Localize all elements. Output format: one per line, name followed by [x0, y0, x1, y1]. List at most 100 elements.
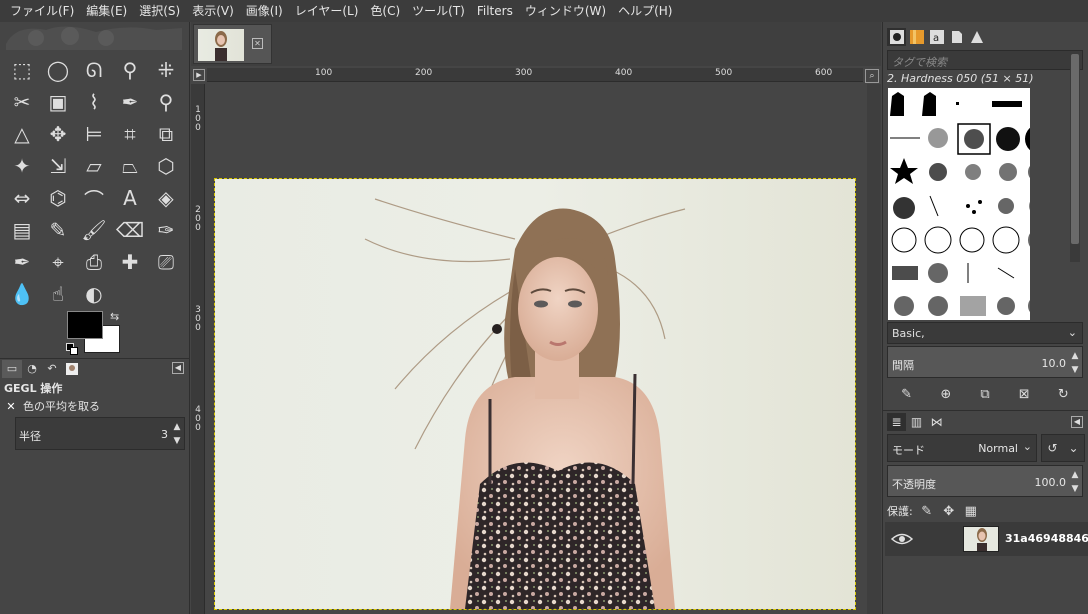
edit-brush-icon[interactable]: ✎ — [898, 385, 916, 403]
close-tab-icon[interactable]: ✕ — [252, 38, 263, 49]
rect-select-icon[interactable]: ⬚ — [4, 54, 40, 86]
device-status-tab-icon[interactable]: ◔ — [22, 360, 42, 378]
bucket-fill-icon[interactable]: ◈ — [148, 182, 184, 214]
default-colors-icon[interactable] — [66, 343, 78, 355]
layer-name[interactable]: 31a46948846c — [1005, 532, 1088, 545]
bucket-warp-icon[interactable]: ⌒ — [76, 182, 112, 214]
brushes-tab-icon[interactable] — [887, 28, 906, 46]
spin-up-icon[interactable]: ▲ — [1070, 468, 1080, 482]
ink-icon[interactable]: ✒ — [4, 246, 40, 278]
brush-grid[interactable] — [888, 88, 1030, 320]
dodge-burn-icon[interactable]: ◐ — [76, 278, 112, 310]
portrait-photo[interactable] — [214, 178, 856, 610]
crop-icon[interactable]: ⌗ — [112, 118, 148, 150]
clone-icon[interactable]: ⎙ — [76, 246, 112, 278]
spacing-spinner[interactable]: 間隔 10.0 ▲ ▼ — [887, 346, 1083, 378]
text-icon[interactable]: A — [112, 182, 148, 214]
paths-tab-icon[interactable]: ⋈ — [927, 413, 946, 431]
cage-transform-icon[interactable]: ⌬ — [40, 182, 76, 214]
visibility-eye-icon[interactable] — [891, 530, 913, 548]
new-brush-icon[interactable]: ⊕ — [937, 385, 955, 403]
zoom-icon[interactable]: ⚲ — [148, 86, 184, 118]
airbrush-icon[interactable]: ✑ — [148, 214, 184, 246]
fonts-tab-icon[interactable]: a — [927, 28, 946, 46]
scissors-select-icon[interactable]: ✂ — [4, 86, 40, 118]
lock-alpha-icon[interactable]: ▦ — [963, 502, 979, 520]
pencil-icon[interactable]: ✎ — [40, 214, 76, 246]
shear-icon[interactable]: ▱ — [76, 150, 112, 182]
dock-menu-icon[interactable]: ◀ — [1071, 416, 1083, 428]
radius-spinner[interactable]: 半径 3 ▲ ▼ — [15, 417, 185, 450]
spin-down-icon[interactable]: ▼ — [1070, 363, 1080, 377]
menu-colors[interactable]: 色(C) — [364, 0, 406, 22]
spin-down-icon[interactable]: ▼ — [1070, 482, 1080, 496]
blur-icon[interactable]: 💧 — [4, 278, 40, 310]
lock-position-icon[interactable]: ✥ — [941, 502, 957, 520]
handle-transform-icon[interactable]: ⇲ — [40, 150, 76, 182]
perspective-icon[interactable]: ⏢ — [112, 150, 148, 182]
layers-tab-icon[interactable]: ≣ — [887, 412, 906, 431]
fuzzy-select-icon[interactable]: ⚲ — [112, 54, 148, 86]
document-history-tab-icon[interactable] — [947, 28, 966, 46]
menu-filters[interactable]: Filters — [471, 0, 519, 22]
menu-file[interactable]: ファイル(F) — [4, 0, 80, 22]
mypaint-brush-icon[interactable]: ⌖ — [40, 246, 76, 278]
refresh-brushes-icon[interactable]: ↻ — [1054, 385, 1072, 403]
spin-up-icon[interactable]: ▲ — [172, 420, 182, 434]
color-picker-icon[interactable]: ✒ — [112, 86, 148, 118]
canvas-area[interactable] — [206, 83, 866, 614]
menu-windows[interactable]: ウィンドウ(W) — [519, 0, 612, 22]
foreground-color-swatch[interactable] — [67, 311, 103, 339]
patterns-tab-icon[interactable] — [907, 28, 926, 46]
flip-icon[interactable]: ⇔ — [4, 182, 40, 214]
menu-tools[interactable]: ツール(T) — [406, 0, 471, 22]
swap-colors-icon[interactable]: ⇆ — [110, 310, 119, 323]
foreground-select-icon[interactable]: ▣ — [40, 86, 76, 118]
undo-history-tab-icon[interactable]: ↶ — [42, 360, 62, 378]
radius-value[interactable]: 3 — [161, 428, 168, 441]
layer-row[interactable]: 31a46948846c — [885, 522, 1088, 556]
spin-down-icon[interactable]: ▼ — [172, 434, 182, 448]
menu-image[interactable]: 画像(I) — [240, 0, 289, 22]
menu-layer[interactable]: レイヤー(L) — [289, 0, 365, 22]
menu-edit[interactable]: 編集(E) — [80, 0, 133, 22]
align-icon[interactable]: ⊨ — [76, 118, 112, 150]
menu-view[interactable]: 表示(V) — [186, 0, 240, 22]
gradient-icon[interactable]: ▤ — [4, 214, 40, 246]
quick-mask-toggle-icon[interactable]: ▶ — [193, 69, 205, 81]
heal-icon[interactable]: ✚ — [112, 246, 148, 278]
perspective-clone-icon[interactable]: ⎚ — [148, 246, 184, 278]
opacity-spinner[interactable]: 不透明度 100.0 ▲ ▼ — [887, 465, 1083, 497]
paths-tab-icon[interactable] — [967, 28, 986, 46]
menu-select[interactable]: 選択(S) — [133, 0, 186, 22]
zoom-image-icon[interactable]: ⌕ — [865, 69, 879, 83]
select-by-color-icon[interactable]: ⁜ — [148, 54, 184, 86]
menu-help[interactable]: ヘルプ(H) — [612, 0, 678, 22]
brush-tag-filter[interactable]: Basic, ⌄ — [887, 322, 1083, 344]
3d-transform-icon[interactable]: ⬡ — [148, 150, 184, 182]
move-icon[interactable]: ✥ — [40, 118, 76, 150]
warp-transform-icon[interactable]: ✦ — [4, 150, 40, 182]
spin-up-icon[interactable]: ▲ — [1070, 349, 1080, 363]
lock-pixels-icon[interactable]: ✎ — [919, 502, 935, 520]
unified-transform-icon[interactable]: ⧉ — [148, 118, 184, 150]
paintbrush-icon[interactable]: 🖌 — [76, 214, 112, 246]
paths-icon[interactable]: ⌇ — [76, 86, 112, 118]
images-tab-icon[interactable] — [62, 360, 82, 378]
composite-mode-select[interactable]: ↺ ⌄ — [1041, 434, 1085, 462]
close-operation-icon[interactable]: ✕ — [4, 399, 18, 413]
layer-mode-select[interactable]: モード Normal ⌄ — [887, 434, 1037, 462]
delete-brush-icon[interactable]: ⊠ — [1015, 385, 1033, 403]
tool-options-tab-icon[interactable]: ▭ — [2, 359, 22, 378]
chevron-down-icon[interactable]: ⌄ — [1068, 326, 1077, 339]
duplicate-brush-icon[interactable]: ⧉ — [976, 385, 994, 403]
ellipse-select-icon[interactable]: ◯ — [40, 54, 76, 86]
dock-menu-icon[interactable]: ◀ — [172, 362, 184, 374]
free-select-icon[interactable]: ᘏ — [76, 54, 112, 86]
measure-icon[interactable]: △ — [4, 118, 40, 150]
opacity-value[interactable]: 100.0 — [1035, 476, 1067, 489]
channels-tab-icon[interactable]: ▥ — [907, 413, 926, 431]
tag-search-field[interactable]: タグで検索 ⌄ — [887, 50, 1083, 70]
brush-grid-scrollbar[interactable] — [1070, 52, 1080, 262]
smudge-icon[interactable]: ☝ — [40, 278, 76, 310]
